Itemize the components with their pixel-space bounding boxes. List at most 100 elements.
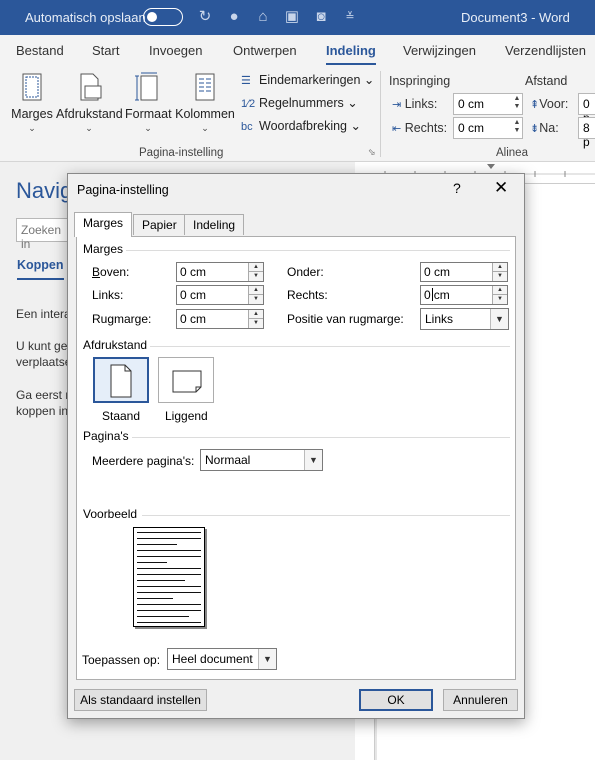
touch-mode-icon[interactable]: ⌂ [254,8,272,26]
left-margin-input[interactable]: 0 cm ▲ ▼ [176,285,264,305]
tab-start[interactable]: Start [92,43,119,58]
spacing-before-input[interactable]: 0 p [578,93,595,125]
breaks-label: Eindemarkeringen [259,73,361,87]
columns-label: Kolommen [175,107,235,121]
landscape-option[interactable] [158,357,214,403]
indent-left-icon: ⇥ [392,99,402,111]
left-margin-spinner[interactable]: ▲ ▼ [248,286,263,304]
right-margin-spinner[interactable]: ▲ ▼ [492,286,507,304]
chevron-down-icon: ⌄ [144,123,152,133]
cancel-button[interactable]: Annuleren [443,689,518,711]
section-divider [142,515,510,516]
portrait-label[interactable]: Staand [102,409,140,423]
tab-verzendlijsten[interactable]: Verzendlijsten [505,43,586,58]
bottom-margin-spinner[interactable]: ▲ ▼ [492,263,507,281]
bottom-margin-input[interactable]: 0 cm ▲ ▼ [420,262,508,282]
indent-left-spinner[interactable]: ▲ ▼ [512,95,522,111]
preview-line [137,568,201,569]
right-margin-input[interactable]: 0 cm ▲ ▼ [420,285,508,305]
tab-invoegen[interactable]: Invoegen [149,43,203,58]
chevron-down-icon: ▼ [304,450,322,470]
tab-margins[interactable]: Marges [74,212,133,237]
autosave-toggle[interactable] [143,8,183,26]
preview-line [137,604,201,605]
indent-right-icon: ⇤ [392,123,402,135]
help-icon[interactable]: ? [453,180,461,196]
size-label: Formaat [125,107,172,121]
preview-line [137,544,177,545]
section-divider [150,346,510,347]
spacing-after-icon: ⇟ [530,123,540,135]
preview-line [137,556,201,557]
tab-indeling[interactable]: Indeling [326,43,376,66]
page-setup-group-label: Pagina-instelling [139,147,224,159]
hyphenation-button[interactable]: bc Woordafbreking ⌄ [241,118,361,133]
spacing-after-input[interactable]: 8 p [578,117,595,149]
customize-qat-icon[interactable]: ≚ [341,8,359,26]
tab-headings[interactable]: Koppen [17,258,64,280]
orientation-button[interactable]: Afdrukstand ⌄ [56,71,123,134]
tab-bestand[interactable]: Bestand [16,43,64,58]
tab-ontwerpen[interactable]: Ontwerpen [233,43,297,58]
right-margin-value: 0 [424,288,431,302]
landscape-label[interactable]: Liggend [165,409,208,423]
undo-icon[interactable]: ↻ [196,8,214,26]
margins-section-heading: Marges [83,242,124,256]
dialog-launcher-icon[interactable]: ⬂ [368,147,376,158]
indent-right-label: ⇤ Rechts: [392,121,447,135]
document-title: Document3 - Word [461,10,570,25]
size-button[interactable]: Formaat ⌄ [125,71,172,134]
gutter-input[interactable]: 0 cm ▲ ▼ [176,309,264,329]
multiple-pages-value: Normaal [205,453,251,467]
gutter-spinner[interactable]: ▲ ▼ [248,310,263,328]
breaks-button[interactable]: ☰ Eindemarkeringen ⌄ [241,72,374,87]
columns-button[interactable]: Kolommen ⌄ [175,71,235,134]
autosave-label: Automatisch opslaan [25,10,146,25]
bottom-margin-label: Onder: [287,265,324,279]
top-margin-label-text: oven: [100,265,130,279]
preview-line [137,592,201,593]
multiple-pages-select[interactable]: Normaal ▼ [200,449,323,471]
top-margin-label: Boven: [92,265,130,279]
tab-paper[interactable]: Papier [133,214,186,235]
indent-right-text: Rechts: [404,121,448,135]
apply-to-value: Heel document [172,652,253,666]
top-margin-spinner[interactable]: ▲ ▼ [248,263,263,281]
form-icon[interactable]: ▣ [283,8,301,26]
page-size-icon [135,72,158,101]
line-numbers-icon: 1⁄2 [241,98,256,110]
orientation-section-heading: Afdrukstand [83,338,148,352]
gutter-label: Rugmarge: [92,312,152,326]
ok-button[interactable]: OK [359,689,433,711]
margins-button[interactable]: Marges ⌄ [10,71,54,134]
top-margin-input[interactable]: 0 cm ▲ ▼ [176,262,264,282]
spacing-before-text: Voor: [539,97,569,111]
portrait-icon [110,364,132,398]
preview-line [137,562,167,563]
section-divider [126,250,510,251]
spacing-before-icon: ⇞ [530,99,540,111]
hyphenation-icon: bc [241,121,253,133]
tab-layout[interactable]: Indeling [184,214,245,235]
set-as-default-button[interactable]: Als standaard instellen [74,689,207,711]
landscape-icon [172,370,202,393]
portrait-option[interactable] [93,357,149,403]
close-icon[interactable]: ✕ [494,178,508,198]
preview-line [137,574,201,575]
gutter-position-value: Links [425,312,454,326]
page-setup-dialog: Pagina-instelling ? ✕ Marges Papier Inde… [67,173,525,719]
preview-line [137,580,185,581]
top-margin-value: 0 cm [180,265,207,279]
line-numbers-button[interactable]: 1⁄2 Regelnummers ⌄ [241,95,358,110]
indent-right-spinner[interactable]: ▲ ▼ [512,119,522,135]
apply-to-select[interactable]: Heel document ▼ [167,648,277,670]
title-bar: Automatisch opslaan ↻ ● ⌂ ▣ ◙ ≚ Document… [0,0,595,35]
section-divider [132,437,510,438]
left-margin-label: Links: [92,288,124,302]
gutter-position-select[interactable]: Links ▼ [420,308,509,330]
redo-icon[interactable]: ● [225,8,243,26]
contact-icon[interactable]: ◙ [312,8,330,26]
preview-line [137,622,201,623]
indent-left-label: ⇥ Links: [392,97,437,111]
tab-verwijzingen[interactable]: Verwijzingen [403,43,476,58]
